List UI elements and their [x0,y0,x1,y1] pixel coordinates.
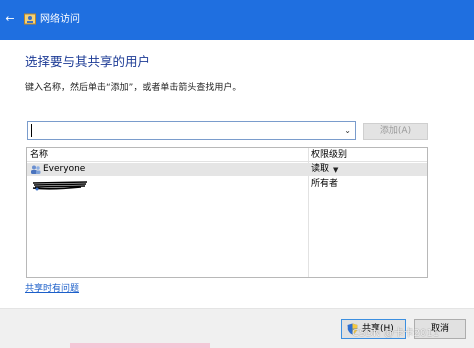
redacted-name-scribble [32,181,88,191]
column-header-permission[interactable]: 权限级别 [311,150,347,160]
column-header-name[interactable]: 名称 [30,150,48,160]
permission-dropdown-icon[interactable]: ▼ [333,165,338,175]
text-cursor [31,124,32,137]
user-group-icon [31,165,41,174]
user-name-combobox[interactable]: ⌄ [27,121,356,140]
user-name-input[interactable] [28,122,328,139]
add-button[interactable]: 添加(A) [363,123,428,140]
permission-level: 读取 [311,164,330,174]
user-list: 名称 权限级别 Everyone 读取 ▼ 所有者 [26,147,428,278]
list-row-owner[interactable]: 所有者 [27,178,427,191]
permission-level: 所有者 [311,179,339,189]
page-heading: 选择要与其共享的用户 [25,54,151,69]
list-header: 名称 权限级别 [27,148,427,162]
user-name: Everyone [43,164,86,174]
network-share-icon [24,13,36,25]
back-arrow-icon[interactable]: ← [4,13,16,25]
background-strip [70,343,210,348]
list-row-everyone[interactable]: Everyone 读取 ▼ [27,163,427,176]
instruction-text: 键入名称，然后单击“添加”，或者单击箭头查找用户。 [25,83,242,93]
dropdown-arrow-icon[interactable]: ⌄ [344,125,351,136]
window-title: 网络访问 [40,14,80,25]
watermark: CSDN @卡卡2011 [352,328,440,339]
sharing-help-link[interactable]: 共享时有问题 [25,284,79,295]
title-bar: ← 网络访问 [0,0,474,40]
